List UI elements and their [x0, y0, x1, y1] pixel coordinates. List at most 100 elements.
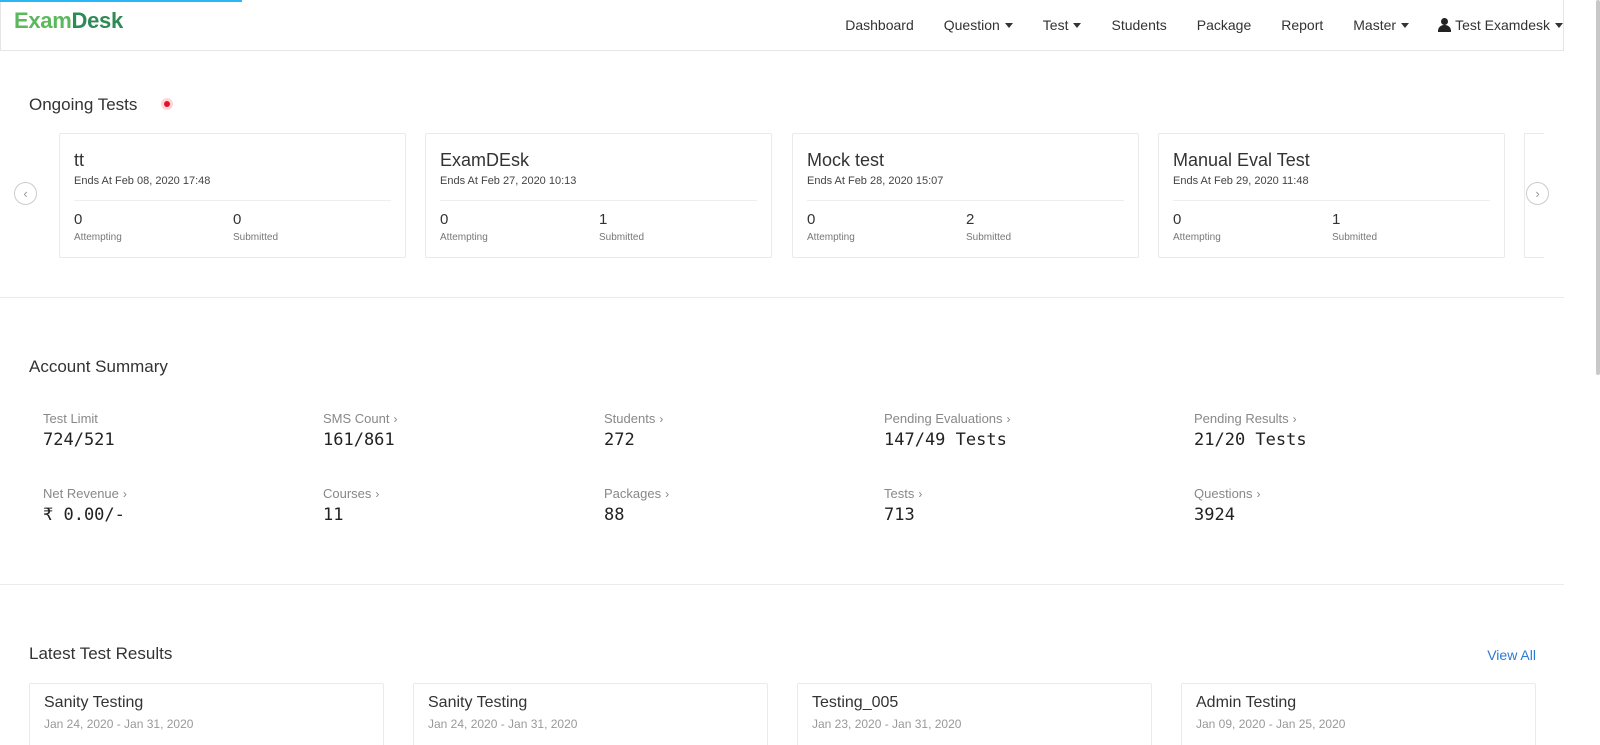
attempting-label: Attempting	[807, 232, 855, 243]
nav-students[interactable]: Students	[1111, 17, 1166, 33]
result-card[interactable]: Testing_005 Jan 23, 2020 - Jan 31, 2020	[797, 683, 1152, 745]
nav-user-menu[interactable]: Test Examdesk	[1438, 17, 1563, 33]
nav-label: Package	[1196, 17, 1252, 33]
attempting-count: 0	[440, 211, 449, 228]
stat-pending-results[interactable]: Pending Results › 21/20 Tests	[1194, 411, 1307, 450]
nav-label: Test	[1042, 17, 1069, 33]
submitted-label: Submitted	[233, 232, 279, 243]
section-divider	[0, 297, 1564, 298]
attempting-count: 0	[807, 211, 816, 228]
stat-label: Courses	[323, 486, 372, 501]
stat-label: Test Limit	[43, 411, 98, 426]
result-date-range: Jan 24, 2020 - Jan 31, 2020	[44, 717, 194, 731]
nav-label: Master	[1353, 17, 1397, 33]
caret-down-icon	[1073, 22, 1082, 28]
test-end-time: Ends At Feb 08, 2020 17:48	[74, 175, 211, 187]
chevron-right-icon: ›	[1256, 486, 1261, 501]
stat-sms-count[interactable]: SMS Count › 161/861	[323, 411, 397, 450]
result-test-name: Admin Testing	[1196, 694, 1297, 711]
nav-test[interactable]: Test	[1043, 17, 1082, 33]
stat-value: 88	[604, 505, 625, 525]
stat-label: Net Revenue	[43, 486, 119, 501]
result-test-name: Sanity Testing	[428, 694, 528, 711]
nav-question[interactable]: Question	[944, 17, 1013, 33]
user-name: Test Examdesk	[1455, 17, 1550, 33]
caret-down-icon	[1555, 22, 1563, 28]
view-all-link[interactable]: View All	[1487, 647, 1536, 663]
stat-students[interactable]: Students › 272	[604, 411, 663, 450]
carousel-prev-button[interactable]: ‹	[14, 182, 37, 205]
chevron-right-icon: ›	[918, 486, 923, 501]
card-divider	[74, 200, 391, 201]
nav-package[interactable]: Package	[1197, 17, 1251, 33]
stat-label: Students	[604, 411, 656, 426]
top-navbar: ExamDesk Dashboard Question Test Student…	[0, 0, 1564, 51]
result-date-range: Jan 24, 2020 - Jan 31, 2020	[428, 717, 578, 731]
nav-label: Question	[943, 17, 1000, 33]
result-card[interactable]: Sanity Testing Jan 24, 2020 - Jan 31, 20…	[413, 683, 768, 745]
stat-value: 272	[604, 430, 635, 450]
stat-label: Questions	[1194, 486, 1253, 501]
page-scrollbar[interactable]	[1596, 0, 1600, 375]
stat-value: 713	[884, 505, 915, 525]
latest-results-title: Latest Test Results	[29, 644, 173, 663]
stat-net-revenue[interactable]: Net Revenue › ₹ 0.00/-	[43, 486, 127, 525]
attempting-label: Attempting	[74, 232, 122, 243]
live-indicator-icon	[161, 98, 173, 110]
submitted-label: Submitted	[1332, 232, 1378, 243]
submitted-label: Submitted	[966, 232, 1012, 243]
result-test-name: Testing_005	[812, 694, 899, 711]
test-name: Mock test	[807, 150, 885, 170]
chevron-left-icon: ‹	[23, 186, 28, 201]
test-name: Manual Eval Test	[1173, 150, 1310, 170]
result-date-range: Jan 23, 2020 - Jan 31, 2020	[812, 717, 962, 731]
stat-questions[interactable]: Questions › 3924	[1194, 486, 1261, 525]
account-summary-title: Account Summary	[29, 357, 168, 376]
chevron-right-icon: ›	[659, 411, 664, 426]
stat-tests[interactable]: Tests › 713	[884, 486, 922, 525]
submitted-count: 0	[233, 211, 242, 228]
test-name: ExamDEsk	[440, 150, 530, 170]
nav-master[interactable]: Master	[1353, 17, 1410, 33]
result-date-range: Jan 09, 2020 - Jan 25, 2020	[1196, 717, 1346, 731]
submitted-count: 2	[966, 211, 975, 228]
result-card[interactable]: Admin Testing Jan 09, 2020 - Jan 25, 202…	[1181, 683, 1536, 745]
chevron-right-icon: ›	[1006, 411, 1011, 426]
stat-value: 161/861	[323, 430, 395, 450]
stat-label: SMS Count	[323, 411, 390, 426]
section-divider	[0, 584, 1564, 585]
chevron-right-icon: ›	[122, 486, 127, 501]
caret-down-icon	[1004, 22, 1013, 28]
logo-text-exam: Exam	[14, 8, 72, 33]
attempting-count: 0	[74, 211, 83, 228]
stat-pending-evaluations[interactable]: Pending Evaluations › 147/49 Tests	[884, 411, 1011, 450]
stat-courses[interactable]: Courses › 11	[323, 486, 379, 525]
nav-label: Dashboard	[845, 17, 914, 33]
ongoing-test-card[interactable]: tt Ends At Feb 08, 2020 17:48 0 Attempti…	[59, 133, 406, 258]
chevron-right-icon: ›	[665, 486, 670, 501]
ongoing-test-card[interactable]: ExamDEsk Ends At Feb 27, 2020 10:13 0 At…	[425, 133, 772, 258]
main-nav: Dashboard Question Test Students Package…	[815, 0, 1563, 50]
result-test-name: Sanity Testing	[44, 694, 144, 711]
submitted-count: 1	[599, 211, 608, 228]
stat-value: 147/49 Tests	[884, 430, 1007, 450]
next-card-peek	[1524, 133, 1544, 258]
stat-value: 21/20 Tests	[1194, 430, 1307, 450]
logo-text-desk: Desk	[71, 8, 124, 33]
stat-value: 11	[323, 505, 344, 525]
card-divider	[1173, 200, 1490, 201]
stat-label: Pending Evaluations	[884, 411, 1003, 426]
ongoing-test-card[interactable]: Manual Eval Test Ends At Feb 29, 2020 11…	[1158, 133, 1505, 258]
nav-dashboard[interactable]: Dashboard	[845, 17, 914, 33]
nav-label: Students	[1111, 17, 1167, 33]
stat-packages[interactable]: Packages › 88	[604, 486, 669, 525]
attempting-label: Attempting	[1173, 232, 1221, 243]
nav-report[interactable]: Report	[1281, 17, 1323, 33]
user-icon	[1438, 18, 1452, 32]
test-end-time: Ends At Feb 29, 2020 11:48	[1173, 175, 1309, 187]
ongoing-test-card[interactable]: Mock test Ends At Feb 28, 2020 15:07 0 A…	[792, 133, 1139, 258]
examdesk-logo[interactable]: ExamDesk	[14, 8, 123, 34]
nav-label: Report	[1281, 17, 1324, 33]
test-end-time: Ends At Feb 28, 2020 15:07	[807, 175, 944, 187]
result-card[interactable]: Sanity Testing Jan 24, 2020 - Jan 31, 20…	[29, 683, 384, 745]
